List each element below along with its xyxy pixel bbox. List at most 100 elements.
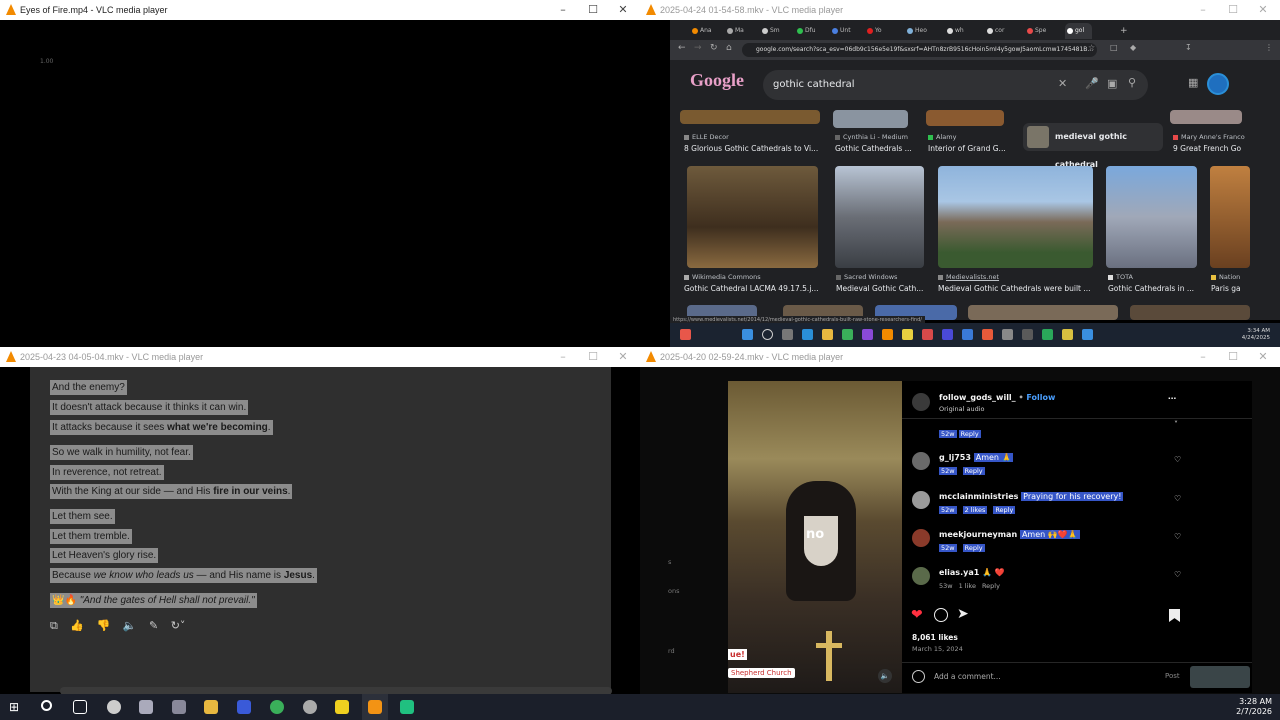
chrome-icon[interactable] xyxy=(270,700,284,714)
maximize-button[interactable]: ☐ xyxy=(1219,0,1247,20)
result-source[interactable]: Sacred Windows xyxy=(836,273,897,281)
follow-button[interactable]: Follow xyxy=(1026,393,1055,402)
maximize-button[interactable]: ☐ xyxy=(579,347,607,367)
minimize-button[interactable]: – xyxy=(1189,347,1217,367)
minimize-button[interactable]: – xyxy=(1189,0,1217,20)
reply-link[interactable]: Reply xyxy=(962,467,985,475)
app-icon[interactable] xyxy=(172,700,186,714)
post-comment-button[interactable]: Post xyxy=(1165,672,1180,680)
start-icon[interactable] xyxy=(742,329,753,340)
image-thumbnail[interactable] xyxy=(926,110,1004,126)
avatar[interactable] xyxy=(912,393,930,411)
browser-tab[interactable]: wh xyxy=(945,23,964,39)
result-caption[interactable]: Medieval Gothic Cathedrals were built ..… xyxy=(938,284,1096,293)
image-thumbnail[interactable] xyxy=(968,305,1118,320)
result-source[interactable]: ELLE Decor xyxy=(684,133,729,141)
comment-chevron-icon[interactable]: ˅ xyxy=(1174,420,1178,429)
result-source[interactable]: Cynthia Li - Medium xyxy=(835,133,908,141)
commenter-avatar[interactable] xyxy=(912,567,930,585)
browser-tab[interactable]: Unt xyxy=(830,23,851,39)
image-thumbnail[interactable] xyxy=(1106,166,1197,268)
comment-like-heart-icon[interactable]: ♡ xyxy=(1174,494,1181,503)
task-view-icon[interactable] xyxy=(73,700,87,714)
image-thumbnail[interactable] xyxy=(835,166,924,268)
result-source[interactable]: Medievalists.net xyxy=(938,273,999,281)
thumbs-down-icon[interactable]: 👎 xyxy=(97,619,111,632)
result-source[interactable]: Nation xyxy=(1211,273,1240,281)
bookmark-star-icon[interactable]: ☆ xyxy=(1088,43,1095,52)
close-button[interactable]: ✕ xyxy=(609,347,637,367)
result-caption[interactable]: Paris ga xyxy=(1211,284,1251,293)
speaker-icon[interactable]: 🔈 xyxy=(123,619,137,632)
share-icon[interactable]: ➤ xyxy=(957,606,969,622)
app-icon[interactable] xyxy=(1022,329,1033,340)
comment-like-heart-icon[interactable]: ♡ xyxy=(1174,570,1181,579)
home-icon[interactable]: ⌂ xyxy=(726,43,732,53)
instagram-video[interactable]: no ue! Shepherd Church 🔈 xyxy=(728,381,902,693)
result-caption[interactable]: 8 Glorious Gothic Cathedrals to Vi... xyxy=(684,144,829,153)
app-icon[interactable] xyxy=(1062,329,1073,340)
browser-tab[interactable]: Sm xyxy=(760,23,780,39)
image-thumbnail[interactable] xyxy=(1210,166,1250,268)
result-source[interactable]: TOTA xyxy=(1108,273,1133,281)
folder-icon[interactable] xyxy=(204,700,218,714)
app-icon[interactable] xyxy=(139,700,153,714)
download-icon[interactable]: ↧ xyxy=(1185,43,1192,52)
related-search-chip[interactable]: medieval gothic cathedral xyxy=(1023,123,1163,169)
reply-link[interactable]: Reply xyxy=(958,430,981,438)
forward-icon[interactable]: → xyxy=(694,43,702,53)
comment-likes[interactable]: 2 likes xyxy=(962,506,988,514)
commenter-avatar[interactable] xyxy=(912,491,930,509)
image-thumbnail[interactable] xyxy=(687,166,818,268)
app-icon[interactable] xyxy=(782,329,793,340)
result-caption[interactable]: Gothic Cathedrals in ... xyxy=(1108,284,1203,293)
browser-tab-active[interactable]: gol xyxy=(1065,23,1093,39)
voice-search-icon[interactable]: 🎤 xyxy=(1085,77,1099,90)
result-caption[interactable]: Medieval Gothic Cath... xyxy=(836,284,926,293)
app-icon[interactable] xyxy=(902,329,913,340)
post-author[interactable]: follow_gods_will_ • Follow xyxy=(939,393,1055,402)
image-thumbnail[interactable] xyxy=(1130,305,1250,320)
result-caption[interactable]: Interior of Grand G... xyxy=(928,144,1013,153)
result-source[interactable]: Wikimedia Commons xyxy=(684,273,761,281)
extensions-icon[interactable]: □ xyxy=(1110,43,1118,52)
app-icon[interactable] xyxy=(862,329,873,340)
app-icon[interactable] xyxy=(1002,329,1013,340)
sticky-notes-icon[interactable] xyxy=(335,700,349,714)
result-source[interactable]: Mary Anne's Franco xyxy=(1173,133,1245,141)
browser-tab[interactable]: Spe xyxy=(1025,23,1046,39)
add-comment-input[interactable]: Add a comment... xyxy=(934,672,1001,681)
app-icon[interactable] xyxy=(237,700,251,714)
video-area[interactable]: 1.00 xyxy=(0,20,640,347)
browser-tab[interactable]: Heo xyxy=(905,23,927,39)
browser-tab[interactable]: Dfu xyxy=(795,23,816,39)
image-thumbnail[interactable] xyxy=(938,166,1093,268)
like-heart-icon[interactable]: ❤ xyxy=(911,607,923,623)
apps-grid-icon[interactable]: ▦ xyxy=(1188,76,1198,89)
commenter-avatar[interactable] xyxy=(912,452,930,470)
image-search-icon[interactable]: ▣ xyxy=(1107,77,1117,90)
app-icon[interactable] xyxy=(107,700,121,714)
app-icon[interactable] xyxy=(400,700,414,714)
folder-icon[interactable] xyxy=(822,329,833,340)
new-tab-button[interactable]: + xyxy=(1110,23,1128,39)
clear-search-icon[interactable]: ✕ xyxy=(1058,77,1067,90)
reply-link[interactable]: Reply xyxy=(982,582,1000,590)
browser-tab[interactable]: Yo xyxy=(865,23,882,39)
close-button[interactable]: ✕ xyxy=(609,0,637,20)
regenerate-icon[interactable]: ↻˅ xyxy=(171,619,186,632)
app-icon[interactable] xyxy=(303,700,317,714)
maximize-button[interactable]: ☐ xyxy=(579,0,607,20)
app-icon[interactable] xyxy=(922,329,933,340)
chrome-icon[interactable] xyxy=(842,329,853,340)
post-audio[interactable]: Original audio xyxy=(939,405,985,413)
comment-likes[interactable]: 1 like xyxy=(959,582,976,590)
likes-count[interactable]: 8,061 likes xyxy=(912,633,958,642)
comment-icon[interactable] xyxy=(934,608,948,622)
app-icon[interactable] xyxy=(1042,329,1053,340)
reload-icon[interactable]: ↻ xyxy=(710,43,718,53)
browser-tab[interactable]: Ana xyxy=(690,23,712,39)
commenter-avatar[interactable] xyxy=(912,529,930,547)
result-source[interactable]: Alamy xyxy=(928,133,956,141)
result-caption[interactable]: Gothic Cathedral LACMA 49.17.5.j... xyxy=(684,284,824,293)
